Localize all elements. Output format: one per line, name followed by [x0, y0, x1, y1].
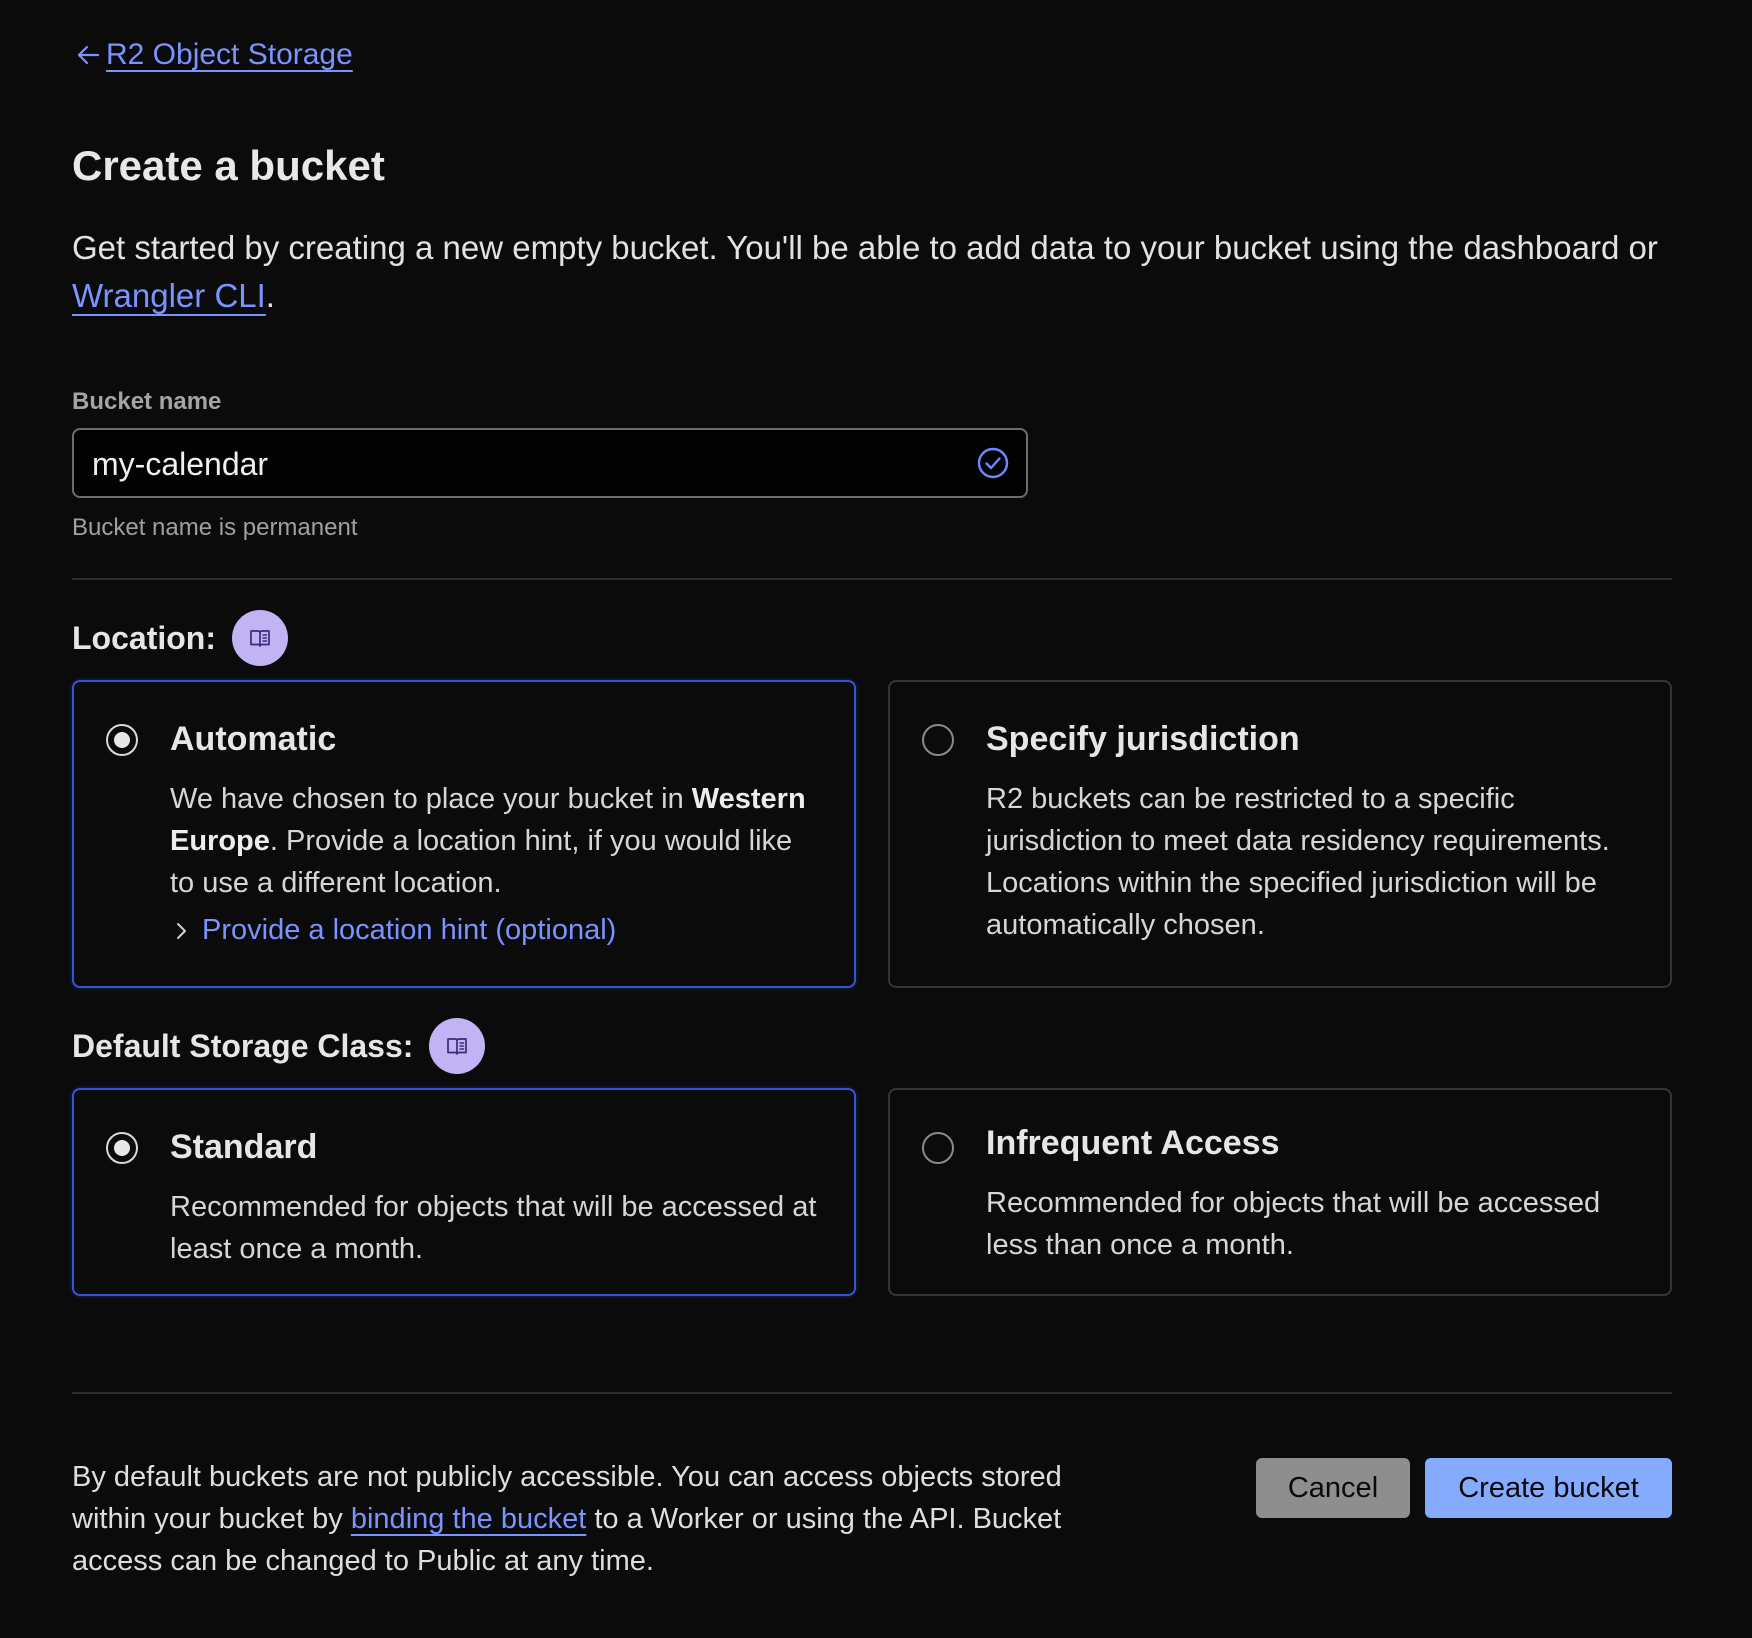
intro-text-body: Get started by creating a new empty buck… — [72, 229, 1658, 266]
location-section-label: Location: — [72, 610, 288, 666]
option-title: Automatic — [170, 720, 337, 758]
option-description-text: We have chosen to place your bucket in — [170, 783, 692, 815]
option-description: Recommended for objects that will be acc… — [170, 1191, 817, 1265]
bucket-name-hint: Bucket name is permanent — [72, 514, 358, 541]
option-title: Specify jurisdiction — [986, 720, 1300, 758]
radio-infrequent-access[interactable] — [922, 1132, 954, 1164]
binding-the-bucket-link[interactable]: binding the bucket — [351, 1503, 586, 1535]
intro-text-end: . — [265, 277, 275, 314]
wrangler-cli-link[interactable]: Wrangler CLI — [72, 277, 266, 314]
option-title: Infrequent Access — [986, 1124, 1280, 1162]
location-hint-toggle-label[interactable]: Provide a location hint (optional) — [202, 914, 616, 947]
intro-text: Get started by creating a new empty buck… — [72, 224, 1682, 320]
storage-class-section-label: Default Storage Class: — [72, 1018, 486, 1074]
option-title: Standard — [170, 1128, 318, 1166]
radio-standard[interactable] — [106, 1132, 138, 1164]
create-bucket-button[interactable]: Create bucket — [1425, 1458, 1672, 1518]
check-circle-icon — [977, 447, 1009, 479]
bucket-name-field[interactable] — [72, 428, 1028, 498]
location-option-automatic[interactable]: Automatic We have chosen to place your b… — [72, 680, 856, 988]
bucket-name-label: Bucket name — [72, 388, 222, 415]
back-link[interactable]: R2 Object Storage — [72, 38, 353, 72]
back-link-label[interactable]: R2 Object Storage — [106, 38, 353, 72]
radio-jurisdiction[interactable] — [922, 724, 954, 756]
location-hint-toggle[interactable]: Provide a location hint (optional) — [170, 914, 616, 947]
storage-option-standard[interactable]: Standard Recommended for objects that wi… — [72, 1088, 856, 1296]
book-icon — [250, 630, 270, 647]
divider — [72, 578, 1672, 580]
page-title: Create a bucket — [72, 142, 385, 189]
radio-automatic[interactable] — [106, 724, 138, 756]
storage-option-infrequent-access[interactable]: Infrequent Access Recommended for object… — [888, 1088, 1672, 1296]
chevron-right-icon — [177, 922, 186, 939]
bucket-name-input[interactable] — [90, 430, 944, 498]
storage-class-docs-button[interactable] — [429, 1018, 486, 1074]
storage-class-label: Default Storage Class: — [72, 1027, 414, 1064]
cancel-button[interactable]: Cancel — [1256, 1458, 1410, 1518]
location-label: Location: — [72, 619, 216, 656]
access-notice: By default buckets are not publicly acce… — [72, 1456, 1082, 1582]
arrow-left-icon — [77, 45, 100, 65]
location-docs-button[interactable] — [231, 610, 288, 666]
book-icon — [447, 1038, 468, 1055]
option-description: Recommended for objects that will be acc… — [986, 1187, 1601, 1261]
option-description: We have chosen to place your bucket in W… — [170, 778, 824, 904]
divider — [72, 1392, 1672, 1394]
option-description: R2 buckets can be restricted to a specif… — [986, 783, 1610, 941]
location-option-jurisdiction[interactable]: Specify jurisdiction R2 buckets can be r… — [888, 680, 1672, 988]
